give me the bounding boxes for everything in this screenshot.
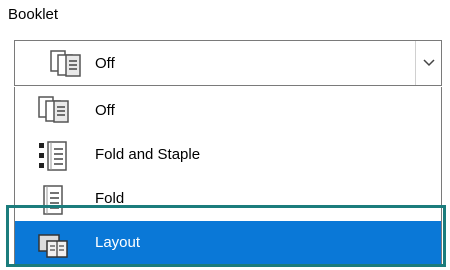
pages-stack-icon [49, 49, 83, 84]
booklet-label: Booklet [8, 6, 59, 23]
option-off[interactable]: Off [15, 89, 441, 133]
dropdown-selected-value: Off [95, 55, 115, 72]
option-label: Fold and Staple [95, 146, 201, 163]
highlight-annotation-frame [6, 205, 446, 267]
staple-booklet-icon [37, 139, 71, 178]
chevron-down-icon [422, 54, 435, 72]
option-fold-and-staple[interactable]: Fold and Staple [15, 133, 441, 177]
booklet-dropdown[interactable]: Off [14, 40, 442, 86]
option-label: Off [95, 102, 115, 119]
dropdown-arrow-button[interactable] [415, 41, 441, 85]
pages-stack-icon [37, 95, 71, 132]
